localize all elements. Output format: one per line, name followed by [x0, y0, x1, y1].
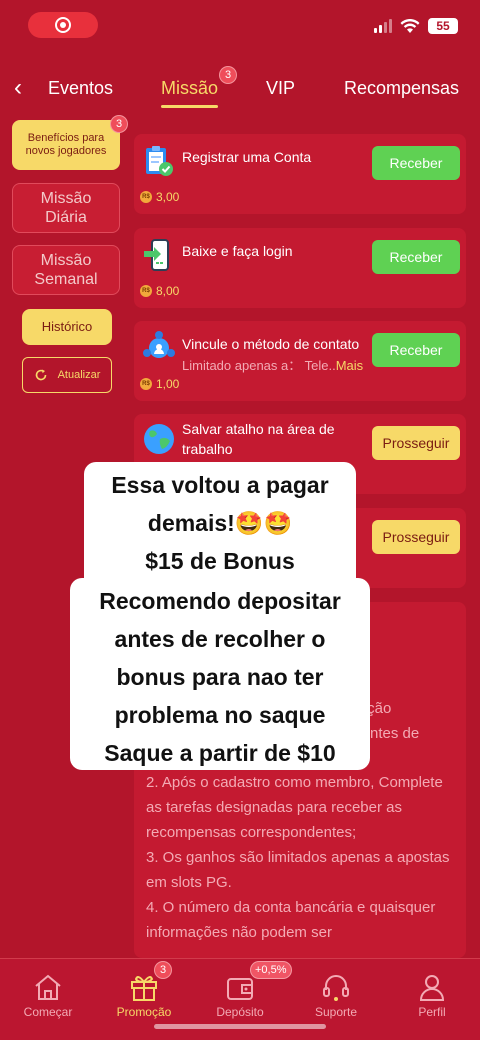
refresh-label: Atualizar — [57, 369, 101, 381]
screen-record-indicator[interactable] — [28, 12, 98, 38]
coin-icon: R$ — [140, 378, 152, 390]
coin-icon: R$ — [140, 191, 152, 203]
mission-reward: R$ 3,00 — [140, 190, 179, 204]
coin-icon: R$ — [140, 285, 152, 297]
top-nav: ‹ Eventos Missão 3 VIP Recompensas — [0, 64, 480, 114]
history-button[interactable]: Histórico — [22, 309, 112, 345]
contact-link-icon — [143, 331, 175, 358]
home-indicator — [154, 1024, 326, 1029]
globe-icon — [144, 424, 174, 454]
mission-card: Baixe e faça login R$ 8,00 Receber — [134, 228, 466, 308]
caption-overlay: Recomendo depositar antes de recolher o … — [70, 578, 370, 770]
clipboard-check-icon — [146, 146, 173, 176]
person-icon — [419, 975, 445, 1001]
headset-icon — [323, 975, 349, 1001]
gift-icon — [131, 976, 157, 1001]
caption-overlay: Essa voltou a pagar demais!🤩🤩 $15 de Bon… — [84, 462, 356, 582]
tab-missao[interactable]: Missão — [161, 78, 219, 108]
record-icon — [55, 17, 71, 33]
sidebar-item-weekly-mission[interactable]: Missão Semanal — [12, 245, 120, 295]
tab-suporte[interactable]: Suporte — [288, 973, 384, 1019]
tab-label: Suporte — [314, 1005, 358, 1019]
rules-fragment: ntes de — [370, 725, 420, 742]
mission-subtitle: Limitado apenas a： Tele..Mais — [182, 355, 363, 374]
reward-amount: 1,00 — [156, 377, 180, 391]
mission-reward: R$ 1,00 — [140, 377, 179, 391]
rules-item: 2. Após o cadastro como membro, Complete… — [146, 774, 443, 841]
tab-perfil[interactable]: Perfil — [384, 973, 480, 1019]
reward-amount: 8,00 — [156, 284, 180, 298]
tab-promocao[interactable]: Promoção — [96, 973, 192, 1019]
wallet-icon — [227, 978, 253, 1000]
tab-vip[interactable]: VIP — [266, 78, 295, 99]
mission-subtitle-text: Limitado apenas a： Tele.. — [182, 358, 336, 373]
tab-label: Depósito — [216, 1005, 264, 1019]
back-chevron-icon[interactable]: ‹ — [14, 74, 22, 102]
rules-item: 3. Os ganhos são limitados apenas a apos… — [146, 849, 450, 891]
more-link[interactable]: Mais — [336, 358, 363, 373]
mission-title: Salvar atalho na área de trabalho — [182, 421, 335, 457]
caption-line: Essa voltou a pagar — [111, 472, 329, 498]
mission-title: Baixe e faça login — [182, 243, 293, 259]
refresh-button[interactable]: Atualizar — [22, 357, 112, 393]
wifi-icon — [400, 18, 420, 33]
tab-label: Começar — [23, 1005, 73, 1019]
receive-button[interactable]: Receber — [372, 333, 460, 367]
sidebar-item-daily-mission[interactable]: Missão Diária — [12, 183, 120, 233]
proceed-button[interactable]: Prosseguir — [372, 426, 460, 460]
caption-line: $15 de Bonus — [145, 548, 295, 574]
mission-title: Vincule o método de contato — [182, 336, 360, 352]
refresh-icon — [35, 369, 46, 381]
battery-indicator: 55 — [428, 18, 458, 34]
mission-card: Vincule o método de contato Limitado ape… — [134, 321, 466, 401]
status-icons: 55 — [374, 18, 458, 34]
caption-line: bonus para nao ter — [116, 664, 324, 690]
proceed-button[interactable]: Prosseguir — [372, 520, 460, 554]
mission-title: Registrar uma Conta — [182, 149, 312, 165]
deposito-badge: +0,5% — [250, 961, 292, 979]
tab-label: Promoção — [116, 1005, 172, 1019]
receive-button[interactable]: Receber — [372, 146, 460, 180]
caption-line: problema no saque — [114, 702, 326, 728]
caption-line: antes de recolher o — [114, 626, 326, 652]
sidebar-new-players-badge: 3 — [110, 115, 128, 133]
mission-card: Registrar uma Conta R$ 3,00 Receber — [134, 134, 466, 214]
status-bar: 55 — [0, 0, 480, 50]
caption-line: demais!🤩🤩 — [147, 510, 293, 536]
tab-deposito[interactable]: Depósito — [192, 973, 288, 1019]
reward-amount: 3,00 — [156, 190, 180, 204]
promocao-badge: 3 — [154, 961, 172, 979]
tab-recompensas[interactable]: Recompensas — [344, 78, 459, 99]
sidebar-item-new-players[interactable]: Benefícios para novos jogadores — [12, 120, 120, 170]
mission-reward: R$ 8,00 — [140, 284, 179, 298]
phone-login-icon — [144, 239, 169, 271]
cellular-signal-icon — [374, 19, 392, 33]
rules-item: 4. O número da conta bancária e quaisque… — [146, 899, 436, 941]
receive-button[interactable]: Receber — [372, 240, 460, 274]
caption-line: Recomendo depositar — [99, 588, 341, 614]
tab-missao-badge: 3 — [219, 66, 237, 84]
home-icon — [35, 974, 61, 1000]
tab-eventos[interactable]: Eventos — [48, 78, 113, 99]
tab-comecar[interactable]: Começar — [0, 973, 96, 1019]
tab-label: Perfil — [418, 1005, 446, 1019]
caption-line: Saque a partir de $10 — [104, 740, 336, 766]
